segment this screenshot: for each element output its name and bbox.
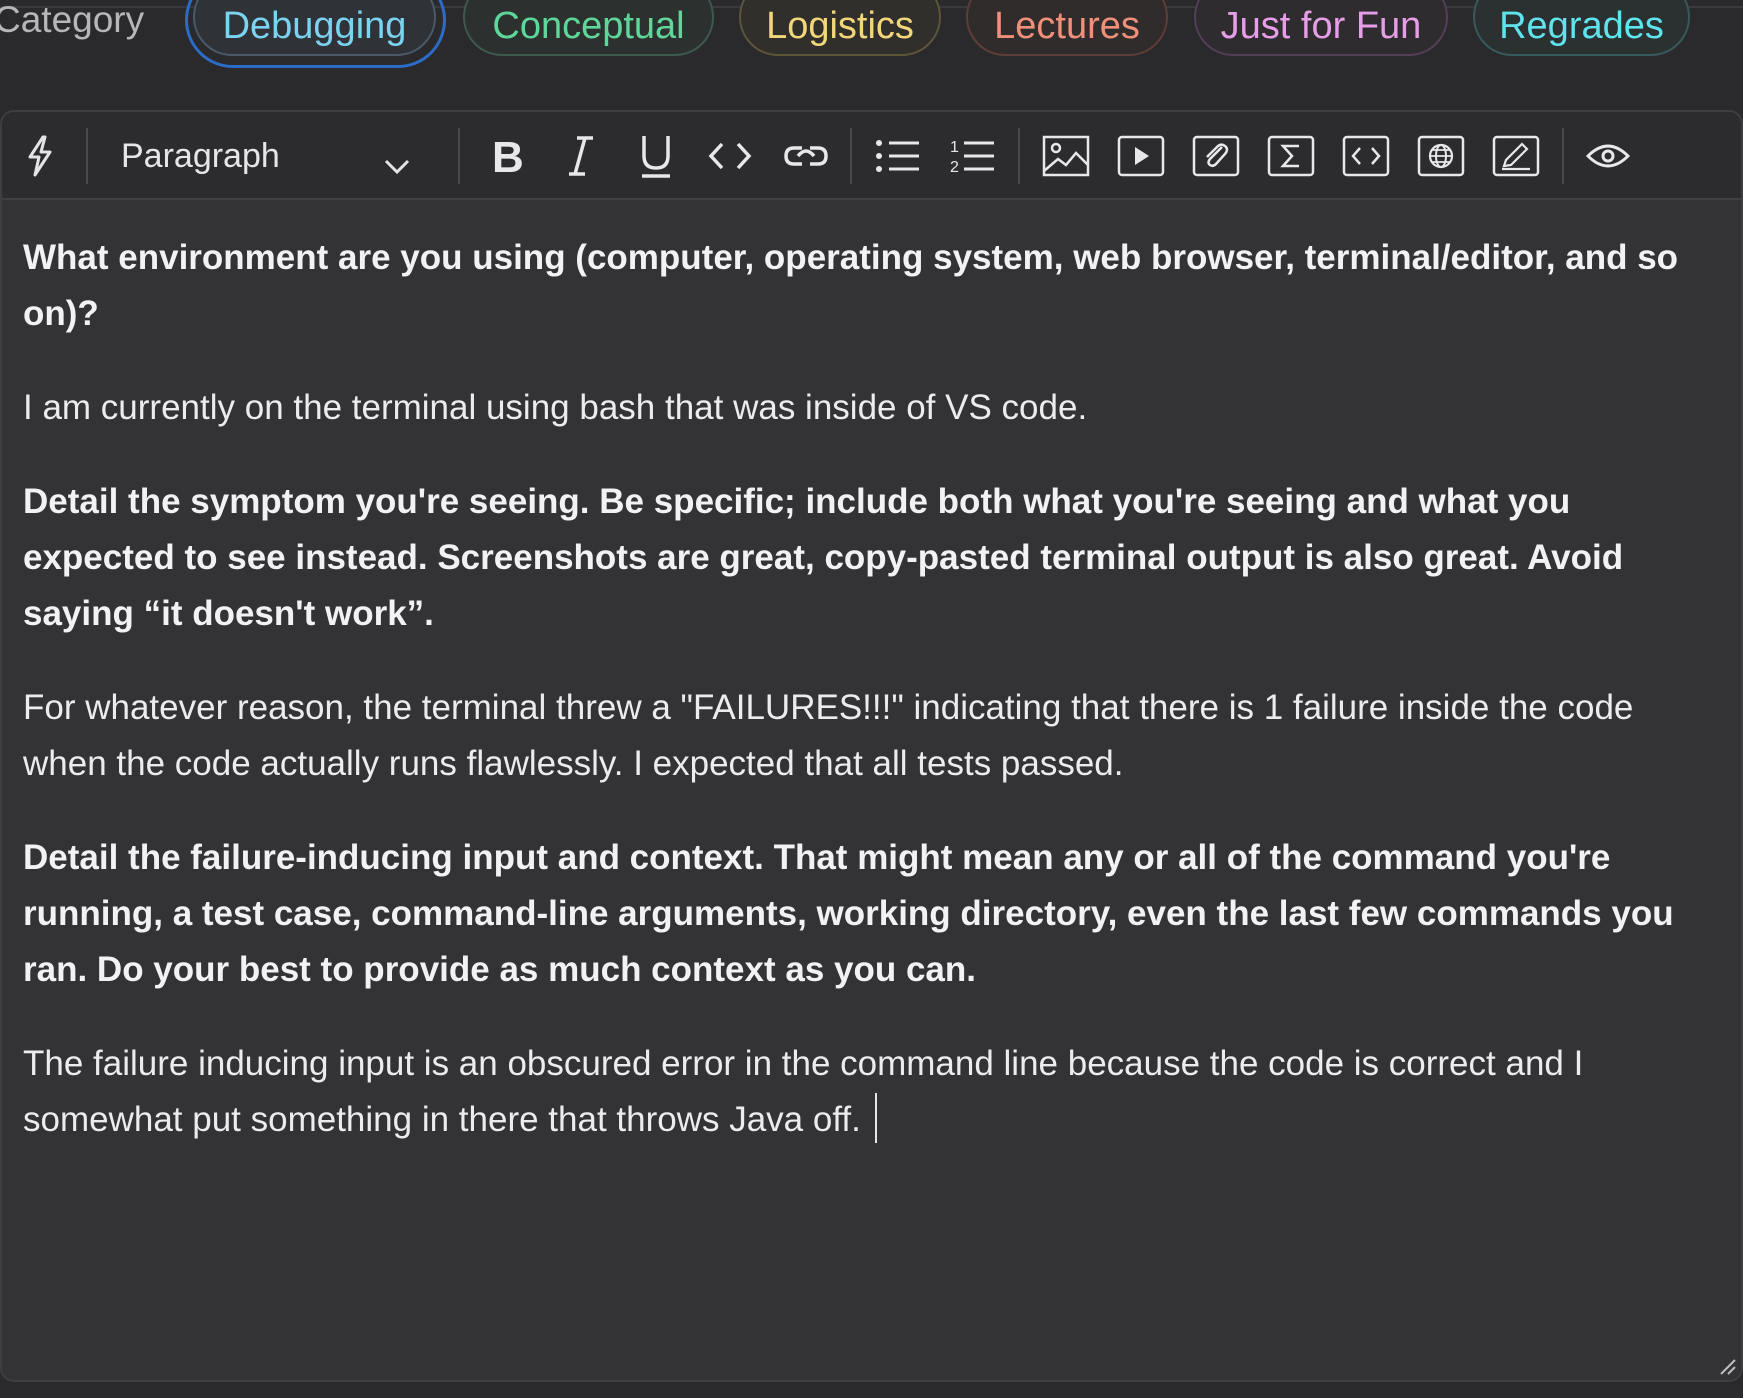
toolbar-separator xyxy=(458,128,460,184)
attachment-icon[interactable] xyxy=(1190,130,1242,182)
chip-label: Regrades xyxy=(1499,5,1664,47)
bullet-list-icon[interactable] xyxy=(872,130,924,182)
italic-icon[interactable] xyxy=(555,130,607,182)
preview-icon[interactable] xyxy=(1582,130,1634,182)
bold-icon[interactable]: B xyxy=(480,130,532,182)
editor-toolbar: Paragraph B 1 2 xyxy=(2,112,1741,200)
toolbar-separator xyxy=(1562,128,1564,184)
rich-text-editor: Paragraph B 1 2 What environment are you… xyxy=(0,110,1743,1382)
category-chip-logistics[interactable]: Logistics xyxy=(739,0,941,56)
category-chip-lectures[interactable]: Lectures xyxy=(966,0,1168,56)
numbered-list-icon[interactable]: 12 xyxy=(947,130,999,182)
post-editor-page: Category Debugging Conceptual Logistics … xyxy=(0,0,1743,1398)
chip-label: Debugging xyxy=(222,5,407,47)
category-chip-conceptual[interactable]: Conceptual xyxy=(463,0,714,56)
code-block-icon[interactable] xyxy=(1340,130,1392,182)
category-label: Category xyxy=(0,0,145,40)
category-chip-debugging[interactable]: Debugging xyxy=(193,0,436,56)
video-icon[interactable] xyxy=(1115,130,1167,182)
question-symptom: Detail the symptom you're seeing. Be spe… xyxy=(23,482,1624,633)
block-style-value: Paragraph xyxy=(121,137,280,175)
answer-symptom: For whatever reason, the terminal threw … xyxy=(23,688,1634,783)
svg-text:2: 2 xyxy=(950,159,959,176)
category-chip-just-for-fun[interactable]: Just for Fun xyxy=(1194,0,1448,56)
toolbar-separator xyxy=(86,128,88,184)
inline-code-icon[interactable] xyxy=(704,130,756,182)
underline-icon[interactable] xyxy=(630,130,682,182)
drawing-icon[interactable] xyxy=(1490,130,1542,182)
chip-label: Conceptual xyxy=(492,5,685,47)
text-cursor xyxy=(874,1093,877,1143)
answer-input-context-text: The failure inducing input is an obscure… xyxy=(23,1044,1584,1139)
link-icon[interactable] xyxy=(780,130,832,182)
category-row: Category Debugging Conceptual Logistics … xyxy=(0,0,1743,72)
question-environment: What environment are you using (computer… xyxy=(23,238,1679,333)
question-input-context: Detail the failure-inducing input and co… xyxy=(23,838,1674,989)
chip-label: Just for Fun xyxy=(1220,5,1422,47)
embed-web-icon[interactable] xyxy=(1415,130,1467,182)
toolbar-separator xyxy=(850,128,852,184)
answer-environment: I am currently on the terminal using bas… xyxy=(23,388,1088,427)
block-style-select[interactable]: Paragraph xyxy=(102,126,432,186)
category-chip-regrades[interactable]: Regrades xyxy=(1473,0,1690,56)
chevron-down-icon xyxy=(382,140,412,200)
chip-label: Lectures xyxy=(994,5,1140,47)
answer-input-context: The failure inducing input is an obscure… xyxy=(23,1036,1723,1148)
chip-label: Logistics xyxy=(766,5,914,47)
toolbar-separator xyxy=(1018,128,1020,184)
svg-text:1: 1 xyxy=(950,139,959,156)
math-icon[interactable] xyxy=(1265,130,1317,182)
image-icon[interactable] xyxy=(1040,130,1092,182)
resize-handle-icon[interactable] xyxy=(1715,1354,1737,1376)
lightning-icon[interactable] xyxy=(14,130,66,182)
svg-text:B: B xyxy=(492,134,524,178)
editor-content[interactable]: What environment are you using (computer… xyxy=(23,230,1723,1186)
